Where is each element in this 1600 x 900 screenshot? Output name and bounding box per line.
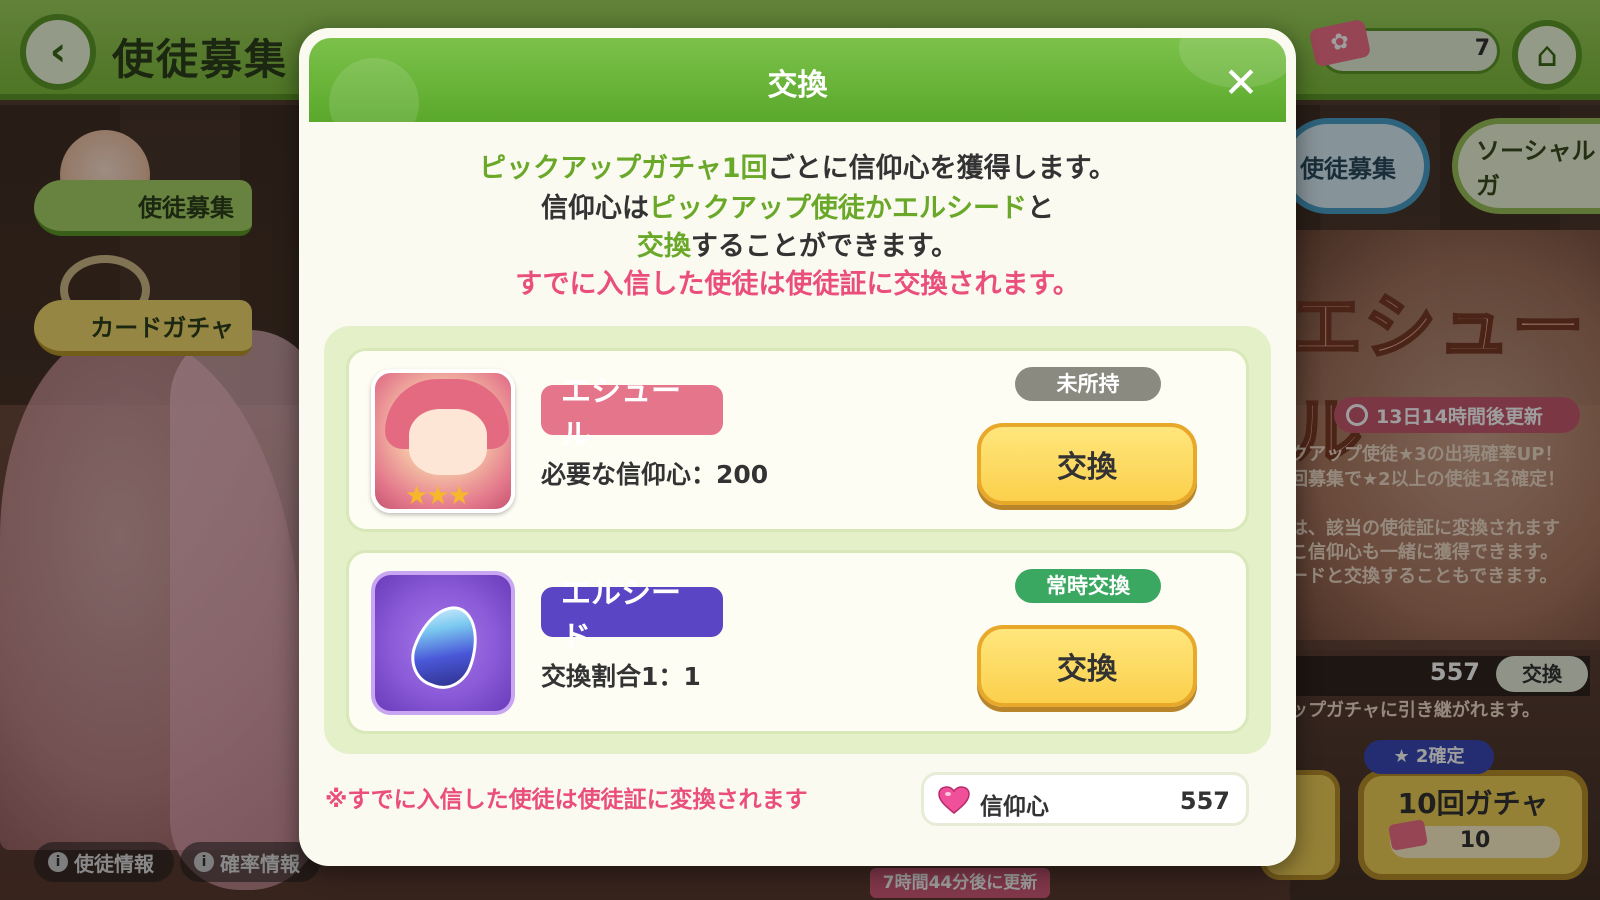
- exchange-button[interactable]: 交換: [977, 625, 1197, 707]
- required-faith-text: 必要な信仰心：200: [541, 460, 769, 489]
- elseed-gem-icon: [371, 571, 515, 715]
- modal-header: 交換 ✕: [309, 38, 1286, 122]
- desc-text: ごとに信仰心を獲得します。: [767, 153, 1116, 184]
- exchange-rate-text: 交換割合1：1: [541, 662, 701, 691]
- exchange-button[interactable]: 交換: [977, 423, 1197, 505]
- description-line-3: 交換することができます。: [299, 224, 1296, 263]
- desc-highlight: ピックアップガチャ1回: [479, 153, 768, 184]
- desc-text: 信仰心は: [541, 193, 649, 224]
- heart-icon: [938, 786, 970, 814]
- faith-label: 信仰心: [980, 794, 1049, 820]
- desc-text: と: [1027, 193, 1054, 224]
- exchange-item-eshuru: ★★★ エシュール 必要な信仰心：200 未所持 交換: [346, 348, 1249, 532]
- desc-highlight: ピックアップ使徒かエルシード: [649, 193, 1027, 224]
- description-line-2: 信仰心はピックアップ使徒かエルシードと: [299, 186, 1296, 225]
- faith-balance: 信仰心 557: [921, 772, 1249, 826]
- exchange-item-elseed: エルシード 交換割合1：1 常時交換 交換: [346, 550, 1249, 734]
- character-portrait: ★★★: [371, 369, 515, 513]
- description-line-4: すでに入信した使徒は使徒証に交換されます。: [299, 262, 1296, 301]
- exchange-modal: 交換 ✕ ピックアップガチャ1回ごとに信仰心を獲得します。 信仰心はピックアップ…: [299, 28, 1296, 866]
- desc-warning: すでに入信した使徒は使徒証に交換されます。: [515, 269, 1080, 300]
- desc-text: することができます。: [690, 231, 959, 262]
- crystal-icon: [402, 596, 490, 698]
- item-name-pill: エルシード: [541, 576, 723, 655]
- modal-title: 交換: [767, 68, 828, 103]
- status-badge: 常時交換: [1015, 569, 1161, 603]
- exchange-list: ★★★ エシュール 必要な信仰心：200 未所持 交換 エルシード 交換割合1：…: [324, 326, 1271, 754]
- item-name-pill: エシュール: [541, 374, 723, 453]
- close-icon: ✕: [1223, 57, 1259, 107]
- footnote: ※すでに入信した使徒は使徒証に変換されます: [325, 787, 808, 813]
- star-rating-icon: ★★★: [405, 481, 471, 511]
- close-button[interactable]: ✕: [1217, 57, 1265, 107]
- desc-highlight: 交換: [636, 231, 691, 262]
- faith-value: 557: [1179, 787, 1230, 815]
- portrait-face: [409, 409, 487, 475]
- status-badge: 未所持: [1015, 367, 1161, 401]
- description-line-1: ピックアップガチャ1回ごとに信仰心を獲得します。: [299, 146, 1296, 185]
